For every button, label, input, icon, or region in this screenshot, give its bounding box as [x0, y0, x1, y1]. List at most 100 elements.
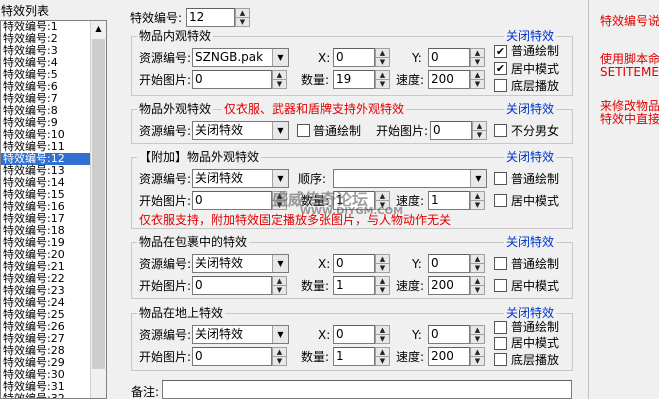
- bag-speed-label: 速度:: [396, 279, 425, 293]
- inner-chk3-label: 底层播放: [511, 79, 560, 93]
- scroll-up-icon[interactable]: ▲: [91, 21, 106, 37]
- bag-speed-spinner[interactable]: ▲ ▼: [470, 276, 485, 295]
- bag-x-spinner[interactable]: ▲ ▼: [375, 254, 390, 273]
- side-line5: 特效中直接: [600, 112, 659, 126]
- outer-start-label: 开始图片:: [376, 124, 429, 138]
- ground-chk2-box[interactable]: [494, 337, 507, 350]
- outer-note: 仅衣服、武器和盾牌支持外观特效: [222, 102, 407, 116]
- side-line3: SETITEMEFF: [600, 65, 659, 79]
- inner-chk3-box[interactable]: [494, 79, 507, 92]
- addon-res-value: 关闭特效: [195, 171, 244, 185]
- outer-chk1-box[interactable]: [297, 124, 310, 137]
- ground-chk3-box[interactable]: [494, 353, 507, 366]
- ground-start-label: 开始图片:: [139, 350, 192, 364]
- bag-chk2-box[interactable]: [494, 279, 507, 292]
- ground-start-input[interactable]: 0: [192, 347, 272, 366]
- inner-chk1-label: 普通绘制: [511, 44, 560, 58]
- outer-start-input[interactable]: 0: [430, 121, 472, 140]
- bag-chk1-box[interactable]: [494, 257, 507, 270]
- inner-start-spinner[interactable]: ▲ ▼: [272, 70, 287, 89]
- inner-chk1-box[interactable]: ✔: [494, 45, 507, 58]
- bag-res-select[interactable]: 关闭特效 ▼: [192, 254, 289, 273]
- ground-y-input[interactable]: 0: [428, 325, 470, 344]
- addon-speed-input[interactable]: 1: [428, 191, 470, 210]
- ground-speed-input[interactable]: 200: [428, 347, 470, 366]
- ground-start-spinner[interactable]: ▲ ▼: [272, 347, 287, 366]
- ground-count-label: 数量:: [301, 350, 330, 364]
- outer-chk2-box[interactable]: [494, 124, 507, 137]
- addon-start-label: 开始图片:: [139, 194, 192, 208]
- bag-y-input[interactable]: 0: [428, 254, 470, 273]
- inner-x-input[interactable]: 0: [333, 48, 375, 67]
- bag-y-spinner[interactable]: ▲ ▼: [470, 254, 485, 273]
- list-scrollbar[interactable]: ▲: [90, 21, 106, 398]
- chevron-down-icon: ▼: [272, 49, 288, 66]
- inner-count-spinner[interactable]: ▲ ▼: [375, 70, 390, 89]
- outer-start-spinner[interactable]: ▲ ▼: [472, 121, 487, 140]
- addon-chk1-label: 普通绘制: [511, 172, 560, 186]
- ground-y-spinner[interactable]: ▲ ▼: [470, 325, 485, 344]
- addon-speed-spinner[interactable]: ▲ ▼: [470, 191, 485, 210]
- inner-speed-input[interactable]: 200: [428, 70, 470, 89]
- inner-x-label: X:: [318, 51, 331, 65]
- ground-count-spinner[interactable]: ▲ ▼: [375, 347, 390, 366]
- ground-chk1-label: 普通绘制: [511, 320, 560, 334]
- outer-res-value: 关闭特效: [195, 123, 244, 137]
- bag-start-label: 开始图片:: [139, 279, 192, 293]
- addon-group-title: 【附加】物品外观特效: [137, 150, 262, 164]
- ground-chk1-box[interactable]: [494, 321, 507, 334]
- inner-count-input[interactable]: 19: [333, 70, 375, 89]
- ground-res-value: 关闭特效: [195, 327, 244, 341]
- inner-count-label: 数量:: [301, 73, 330, 87]
- outer-close-effect[interactable]: 关闭特效: [504, 102, 557, 116]
- ground-res-select[interactable]: 关闭特效 ▼: [192, 325, 289, 344]
- addon-start-input[interactable]: 0: [192, 191, 272, 210]
- inner-chk2-box[interactable]: ✔: [494, 62, 507, 75]
- bag-close-effect[interactable]: 关闭特效: [504, 235, 557, 249]
- bag-x-label: X:: [318, 257, 331, 271]
- ground-x-label: X:: [318, 328, 331, 342]
- bag-chk2-label: 居中模式: [511, 279, 560, 293]
- bag-res-value: 关闭特效: [195, 256, 244, 270]
- ground-count-input[interactable]: 1: [333, 347, 375, 366]
- addon-res-label: 资源编号:: [139, 172, 192, 186]
- bag-count-spinner[interactable]: ▲ ▼: [375, 276, 390, 295]
- inner-speed-spinner[interactable]: ▲ ▼: [470, 70, 485, 89]
- inner-res-value: SZNGB.pak: [195, 50, 264, 64]
- ground-x-spinner[interactable]: ▲ ▼: [375, 325, 390, 344]
- ground-x-input[interactable]: 0: [333, 325, 375, 344]
- bag-count-label: 数量:: [301, 279, 330, 293]
- inner-y-spinner[interactable]: ▲ ▼: [470, 48, 485, 67]
- bag-start-spinner[interactable]: ▲ ▼: [272, 276, 287, 295]
- inner-speed-label: 速度:: [396, 73, 425, 87]
- inner-y-input[interactable]: 0: [428, 48, 470, 67]
- effect-no-label: 特效编号:: [130, 11, 183, 25]
- inner-chk2-label: 居中模式: [511, 62, 560, 76]
- scroll-thumb[interactable]: [92, 39, 105, 369]
- outer-res-label: 资源编号:: [139, 124, 192, 138]
- inner-x-spinner[interactable]: ▲ ▼: [375, 48, 390, 67]
- ground-speed-spinner[interactable]: ▲ ▼: [470, 347, 485, 366]
- inner-y-label: Y:: [412, 51, 422, 65]
- effect-no-input[interactable]: 12: [186, 8, 235, 27]
- side-line4: 来修改物品: [600, 99, 659, 113]
- addon-chk1-box[interactable]: [494, 172, 507, 185]
- inner-start-input[interactable]: 0: [192, 70, 272, 89]
- bag-count-input[interactable]: 1: [333, 276, 375, 295]
- ground-close-effect[interactable]: 关闭特效: [504, 306, 557, 320]
- addon-chk2-box[interactable]: [494, 194, 507, 207]
- side-line2: 使用脚本命: [600, 52, 659, 66]
- inner-res-select[interactable]: SZNGB.pak ▼: [192, 48, 289, 67]
- inner-res-label: 资源编号:: [139, 51, 192, 65]
- inner-close-effect[interactable]: 关闭特效: [504, 29, 557, 43]
- addon-close-effect[interactable]: 关闭特效: [504, 150, 557, 164]
- chevron-down-icon: ▼: [470, 170, 486, 187]
- bag-x-input[interactable]: 0: [333, 254, 375, 273]
- outer-res-select[interactable]: 关闭特效 ▼: [192, 121, 289, 140]
- effect-list[interactable]: 特效编号:1 特效编号:2 特效编号:3 特效编号:4 特效编号:5 特效编号:6 特效编号…: [0, 20, 107, 399]
- effect-no-spinner[interactable]: ▲ ▼: [235, 8, 250, 27]
- remark-input[interactable]: [162, 380, 572, 399]
- bag-start-input[interactable]: 0: [192, 276, 272, 295]
- side-divider: [588, 0, 589, 399]
- bag-speed-input[interactable]: 200: [428, 276, 470, 295]
